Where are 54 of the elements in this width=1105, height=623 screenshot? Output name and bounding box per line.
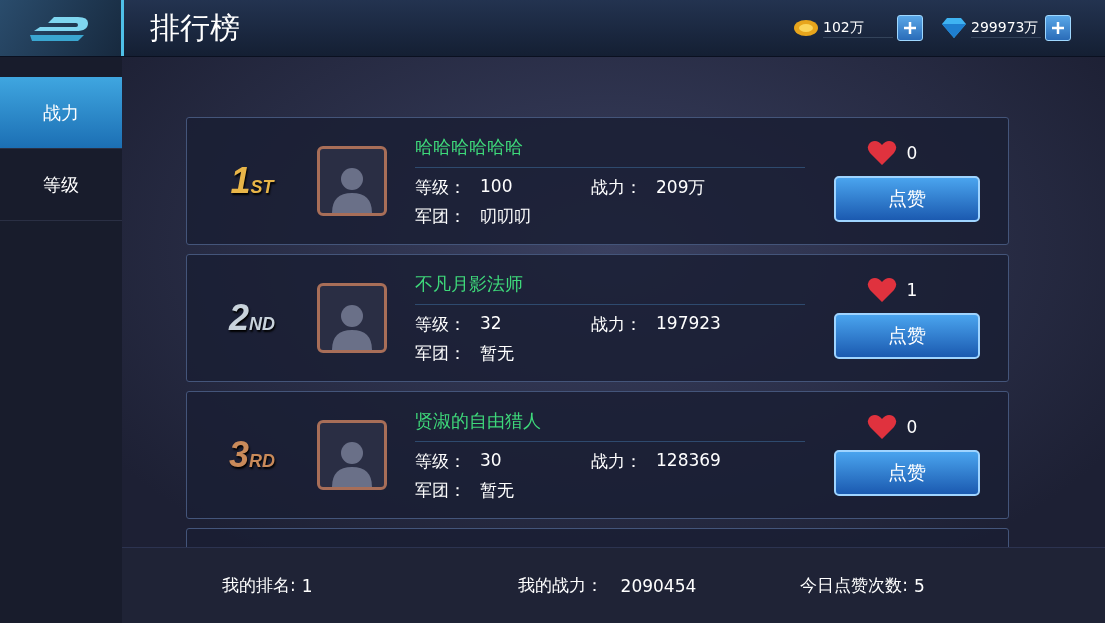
stat-value: 32 [480,312,502,335]
like-button[interactable]: 点赞 [833,176,980,222]
stat-label: 军团： [415,341,466,365]
stat-value: 209万 [656,175,706,199]
avatar-placeholder [317,420,387,490]
stat-label: 战力： [591,175,642,199]
my-power-label: 我的战力： [517,574,603,597]
heart-icon [866,140,897,166]
stat-label: 军团： [415,478,466,502]
like-count: 1 [906,280,918,300]
add-coins-button[interactable] [897,15,923,41]
stat-value: 30 [480,449,502,472]
stat-value: 暂无 [480,341,514,365]
add-diamond-button[interactable] [1045,15,1071,41]
sidebar-tab[interactable]: 等级 [0,149,122,221]
coin-icon [793,18,819,38]
stat-label: 战力： [591,449,642,473]
stat-value: 128369 [656,449,721,472]
stat-value: 197923 [656,312,721,335]
stat-label: 等级： [415,312,466,336]
like-button[interactable]: 点赞 [833,313,980,359]
rank-label: 2ND [227,297,276,339]
daily-likes-label: 今日点赞次数: [800,574,908,597]
daily-likes-value: 5 [914,575,925,596]
like-count: 0 [906,143,918,163]
coin-amount: 102万 [823,18,893,38]
plus-icon [1051,21,1065,35]
stat-value: 100 [480,175,513,198]
avatar-placeholder [317,283,387,353]
stat-label: 等级： [415,449,466,473]
stat-value: 暂无 [480,478,514,502]
sidebar-tab[interactable]: 战力 [0,77,122,149]
player-name: 不凡月影法师 [415,271,805,305]
my-power-value: 2090454 [620,575,697,596]
rank-label: 3RD [228,434,276,476]
avatar-placeholder [317,146,387,216]
back-button[interactable] [0,0,124,56]
diamond-amount: 299973万 [971,18,1041,38]
like-button[interactable]: 点赞 [833,450,980,496]
my-rank-label: 我的排名: [222,574,296,597]
player-name: 哈哈哈哈哈哈 [415,134,805,168]
stat-label: 战力： [591,312,642,336]
heart-icon [866,414,897,440]
like-count: 0 [906,417,918,437]
stat-label: 等级： [415,175,466,199]
heart-icon [866,277,897,303]
stat-value: 叨叨叨 [480,204,531,228]
diamond-icon [941,17,967,39]
plus-icon [903,21,917,35]
rank-label: 1ST [229,160,276,202]
stat-label: 军团： [415,204,466,228]
player-name: 贤淑的自由猎人 [415,408,805,442]
my-rank-value: 1 [301,575,313,596]
page-title: 排行榜 [150,8,241,47]
